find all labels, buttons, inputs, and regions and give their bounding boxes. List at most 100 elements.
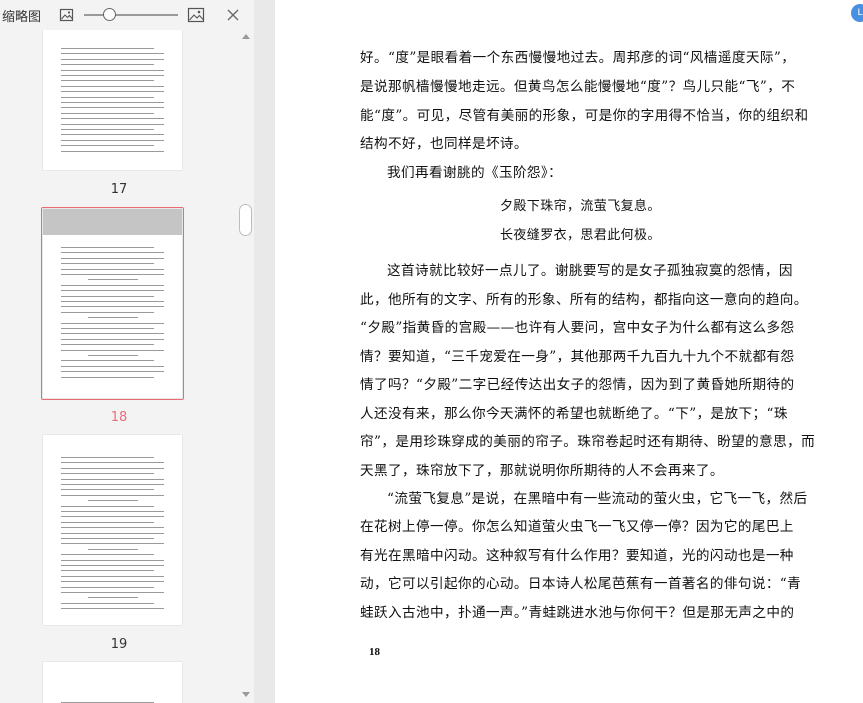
text-line: “夕殿”指黄昏的宫殿——也许有人要问，宫中女子为什么都有这么多怨 [360, 320, 795, 336]
thumbnail-text-line [61, 360, 154, 362]
thumbnail-text-line [61, 290, 164, 292]
thumbnail-text-line [61, 112, 154, 114]
text-line: 结构不好，也同样是坏诗。 [360, 136, 528, 152]
thumbnail-list: 17 18 19 [0, 30, 238, 703]
thumbnail-page[interactable] [43, 662, 182, 703]
thumbnail-label: 18 [110, 410, 128, 425]
thumbnail-text-line [61, 484, 164, 485]
scrollbar-thumb[interactable] [239, 204, 252, 236]
thumbnail-text-line [61, 554, 154, 556]
text-line: 能“度”。可见，尽管有美丽的形象，可是你的字用得不恰当，你的组织和 [360, 108, 809, 124]
thumbnail-text-line [61, 371, 164, 373]
panel-title: 缩略图 [2, 10, 42, 25]
thumbnail-text-line [61, 268, 164, 270]
viewport-indicator[interactable] [43, 209, 182, 235]
thumbnail-text-line [61, 575, 164, 577]
thumbnail-text-line [61, 64, 154, 66]
thumbnail-text-line [61, 102, 164, 103]
poem-line: 夕殿下珠帘，流萤飞复息。 [500, 199, 661, 214]
thumbnail-text-line [88, 597, 138, 599]
zoom-slider-handle[interactable] [102, 8, 116, 21]
document-page: 好。“度”是眼看着一个东西慢慢地过去。周邦彦的词“风樯遥度天际”， 是说那帆樯慢… [275, 0, 863, 703]
thumbnail-text-line [61, 559, 164, 561]
text-line: 动，它可以引起你的心动。日本诗人松尾芭蕉有一首著名的俳句说：“青 [360, 576, 802, 592]
thumbnail-text-line [61, 69, 164, 71]
text-line: 情？要知道，“三千宠爱在一身”，其他那两千九百九十九个不就都有怨 [360, 349, 795, 365]
thumbnail-text-line [61, 538, 154, 539]
thumbnail-text-line [61, 322, 164, 324]
thumbnail-text-line [88, 500, 138, 502]
text-line: 有光在黑暗中闪动。这种叙写有什么作用？要知道，光的闪动也是一种 [360, 548, 794, 564]
document-view[interactable]: 好。“度”是眼看着一个东西慢慢地过去。周邦彦的词“风樯遥度天际”， 是说那帆樯慢… [255, 0, 863, 703]
thumbnail-text-line [61, 129, 154, 130]
thumbnail-text-line [61, 543, 164, 545]
thumbnail-text-line [61, 247, 154, 248]
thumbnail-text-line [61, 284, 164, 286]
thumbnail-text-line [61, 581, 164, 583]
thumbnail-text-line [61, 532, 164, 534]
thumbnail-text-line [88, 355, 138, 356]
pdf-reader-window: 缩略图 17 18 19 好。“度”是眼看着一个东西慢慢地过去。周邦彦的词“风樯… [0, 0, 863, 703]
thumbnail-text-line [61, 139, 164, 141]
thumbnail-page[interactable] [43, 435, 182, 625]
thumbnail-text-line [61, 53, 164, 55]
thumbnail-text-line [61, 592, 164, 593]
thumbnail-text-line [61, 118, 164, 120]
text-line: 我们再看谢朓的《玉阶怨》： [387, 165, 563, 181]
thumbnail-text-line [61, 263, 154, 265]
thumbnail-text-line [61, 457, 154, 458]
thumbnail-text-line [61, 516, 164, 518]
thumbnail-text-line [61, 85, 164, 87]
page-number: 18 [369, 646, 380, 658]
text-line: 帘”，是用珍珠穿成的美丽的帘子。珠帘卷起时还有期待、盼望的意思，而 [360, 434, 816, 450]
thumbnail-text-line [61, 521, 154, 523]
thumbnail-text-line [61, 301, 164, 302]
thumbnail-text-line [61, 257, 164, 259]
text-line: 好。“度”是眼看着一个东西慢慢地过去。周邦彦的词“风樯遥度天际”， [360, 50, 796, 66]
thumbnail-text-line [61, 58, 164, 60]
thumbnail-text-line [61, 489, 154, 491]
thumbnail-text-line [61, 328, 154, 329]
text-line: 人还没有来，那么你今天满怀的希望也就断绝了。“下”，是放下；“珠 [360, 406, 788, 422]
thumbnail-text-line [61, 48, 154, 49]
thumbnail-text-line [61, 608, 164, 610]
thumbnail-page[interactable] [43, 209, 182, 398]
thumbnail-text-line [61, 274, 164, 275]
zoom-slider-track[interactable] [84, 14, 178, 16]
thumbnail-text-line [61, 252, 164, 254]
thumbnail-scrollbar[interactable] [238, 30, 254, 703]
scroll-down-icon[interactable] [242, 692, 250, 697]
scroll-up-icon[interactable] [242, 34, 250, 39]
thumbnail-toolbar: 缩略图 [0, 0, 254, 30]
text-line: 此，他所有的文字、所有的形象、所有的结构，都指向这一意向的趋向。 [360, 292, 808, 308]
corner-badge[interactable]: L [851, 4, 863, 22]
thumbnail-text-line [61, 96, 154, 98]
thumbnail-panel: 缩略图 17 18 19 [0, 0, 254, 703]
thumbnail-text-line [61, 602, 154, 604]
thumbnail-text-line [61, 333, 164, 335]
thumbnail-text-line [61, 145, 154, 147]
thumbnail-text-line [61, 75, 164, 76]
thumbnail-text-line [61, 586, 154, 588]
thumbnail-text-line [61, 505, 154, 507]
text-line: 情了吗？“夕殿”二字已经传达出女子的怨情，因为到了黄昏她所期待的 [360, 377, 795, 393]
thumbnail-text-line [61, 107, 164, 109]
thumbnail-text-line [61, 462, 164, 464]
thumbnail-label: 17 [110, 182, 128, 197]
thumbnail-text-line [61, 134, 164, 136]
thumbnail-large-icon[interactable] [187, 6, 205, 24]
thumbnail-text-line [61, 473, 154, 475]
thumbnail-text-line [61, 123, 164, 125]
thumbnail-text-line [61, 478, 164, 480]
thumbnail-text-line [61, 570, 154, 572]
thumbnail-page[interactable] [43, 30, 182, 170]
thumbnail-text-line [61, 306, 164, 308]
thumbnail-small-icon[interactable] [59, 7, 75, 23]
close-icon[interactable] [224, 6, 242, 24]
text-line: 这首诗就比较好一点儿了。谢朓要写的是女子孤独寂寞的怨情，因 [387, 263, 793, 279]
thumbnail-label: 19 [110, 637, 128, 652]
thumbnail-text-line [61, 494, 164, 496]
text-line: “流萤飞复息”是说，在黑暗中有一些流动的萤火虫，它飞一飞，然后 [387, 491, 808, 507]
text-line: 是说那帆樯慢慢地走远。但黄鸟怎么能慢慢地“度”？鸟儿只能“飞”，不 [360, 79, 796, 95]
thumbnail-text-line [61, 376, 154, 378]
